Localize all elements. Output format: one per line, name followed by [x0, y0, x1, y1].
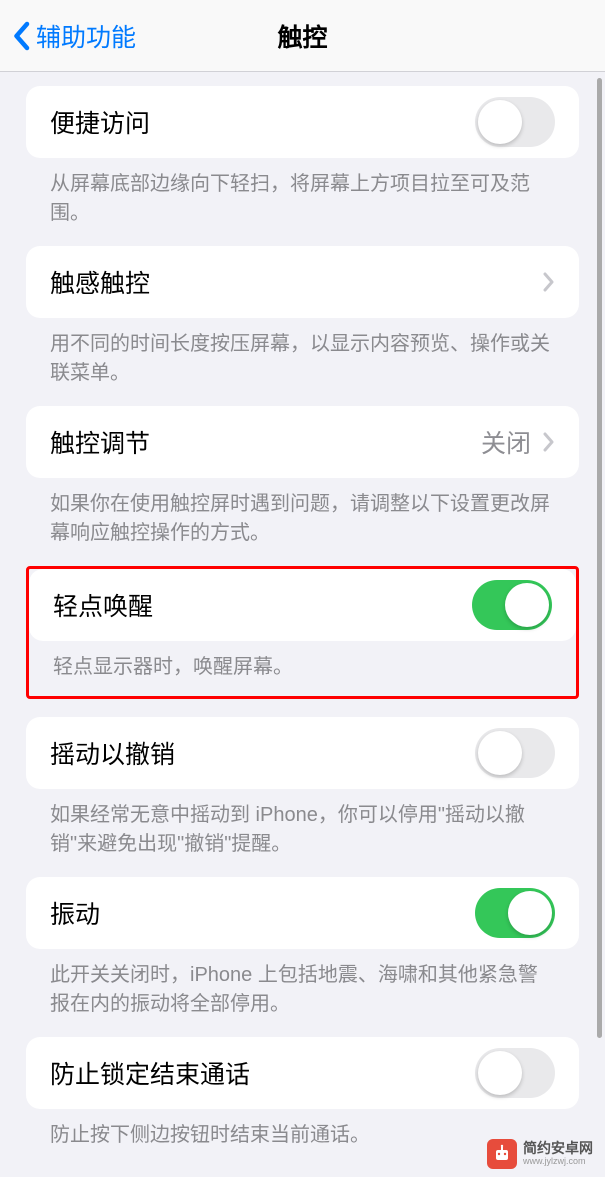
cell-tap-to-wake[interactable]: 轻点唤醒 — [29, 569, 576, 641]
footer-text: 此开关关闭时，iPhone 上包括地震、海啸和其他紧急警报在内的振动将全部停用。 — [26, 961, 579, 1019]
tap-to-wake-toggle[interactable] — [472, 580, 552, 630]
shake-to-undo-toggle[interactable] — [475, 728, 555, 778]
cell-label: 触控调节 — [50, 424, 150, 460]
cell-label: 轻点唤醒 — [53, 587, 153, 623]
back-chevron-icon — [12, 21, 30, 51]
chevron-right-icon — [543, 432, 555, 452]
footer-text: 如果你在使用触控屏时遇到问题，请调整以下设置更改屏幕响应触控操作的方式。 — [26, 490, 579, 548]
cell-label: 摇动以撤销 — [50, 735, 175, 771]
cell-value: 关闭 — [481, 424, 531, 460]
chevron-right-icon — [543, 272, 555, 292]
section-prevent-lock-end-call: 防止锁定结束通话 防止按下侧边按钮时结束当前通话。 — [0, 1037, 605, 1150]
section-reachability: 便捷访问 从屏幕底部边缘向下轻扫，将屏幕上方项目拉至可及范围。 — [0, 86, 605, 228]
footer-text: 用不同的时间长度按压屏幕，以显示内容预览、操作或关联菜单。 — [26, 330, 579, 388]
highlighted-section: 轻点唤醒 轻点显示器时，唤醒屏幕。 — [26, 566, 579, 699]
cell-reachability[interactable]: 便捷访问 — [26, 86, 579, 158]
watermark-url: www.jylzwj.com — [523, 1157, 593, 1167]
cell-label: 便捷访问 — [50, 104, 150, 140]
back-label: 辅助功能 — [36, 18, 136, 54]
back-button[interactable]: 辅助功能 — [0, 18, 136, 54]
vibration-toggle[interactable] — [475, 888, 555, 938]
prevent-lock-end-call-toggle[interactable] — [475, 1048, 555, 1098]
toggle-knob — [478, 1051, 522, 1095]
page-title: 触控 — [277, 18, 327, 54]
toggle-knob — [505, 583, 549, 627]
content-area: 便捷访问 从屏幕底部边缘向下轻扫，将屏幕上方项目拉至可及范围。 触感触控 用不同… — [0, 72, 605, 1177]
cell-touch-accommodations[interactable]: 触控调节 关闭 — [26, 406, 579, 478]
section-shake-to-undo: 摇动以撤销 如果经常无意中摇动到 iPhone，你可以停用"摇动以撤销"来避免出… — [0, 717, 605, 859]
scrollbar-icon[interactable] — [597, 78, 602, 1038]
cell-label: 振动 — [50, 895, 100, 931]
toggle-knob — [478, 100, 522, 144]
cell-vibration[interactable]: 振动 — [26, 877, 579, 949]
footer-text: 如果经常无意中摇动到 iPhone，你可以停用"摇动以撤销"来避免出现"撤销"提… — [26, 801, 579, 859]
cell-prevent-lock-end-call[interactable]: 防止锁定结束通话 — [26, 1037, 579, 1109]
cell-haptic-touch[interactable]: 触感触控 — [26, 246, 579, 318]
watermark-title: 简约安卓网 — [523, 1141, 593, 1156]
toggle-knob — [508, 891, 552, 935]
cell-shake-to-undo[interactable]: 摇动以撤销 — [26, 717, 579, 789]
section-touch-accommodations: 触控调节 关闭 如果你在使用触控屏时遇到问题，请调整以下设置更改屏幕响应触控操作… — [0, 406, 605, 548]
reachability-toggle[interactable] — [475, 97, 555, 147]
cell-label: 防止锁定结束通话 — [50, 1055, 250, 1091]
toggle-knob — [478, 731, 522, 775]
cell-label: 触感触控 — [50, 264, 150, 300]
section-haptic-touch: 触感触控 用不同的时间长度按压屏幕，以显示内容预览、操作或关联菜单。 — [0, 246, 605, 388]
watermark: 简约安卓网 www.jylzwj.com — [487, 1139, 593, 1169]
section-vibration: 振动 此开关关闭时，iPhone 上包括地震、海啸和其他紧急警报在内的振动将全部… — [0, 877, 605, 1019]
footer-text: 从屏幕底部边缘向下轻扫，将屏幕上方项目拉至可及范围。 — [26, 170, 579, 228]
navigation-header: 辅助功能 触控 — [0, 0, 605, 72]
watermark-robot-icon — [487, 1139, 517, 1169]
footer-text: 轻点显示器时，唤醒屏幕。 — [29, 653, 576, 682]
